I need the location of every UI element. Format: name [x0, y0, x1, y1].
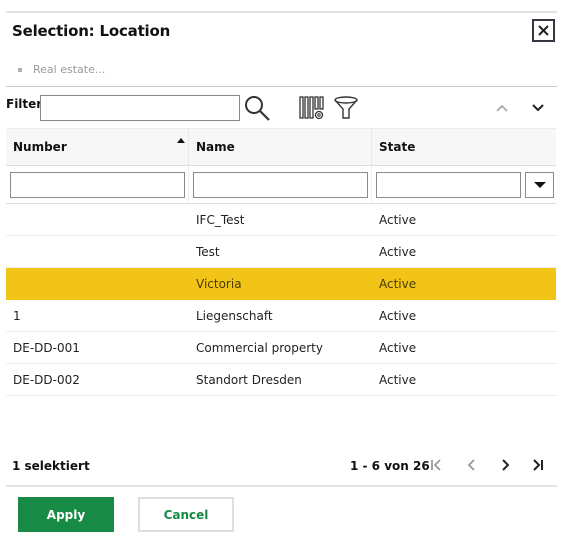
scroll-down-button[interactable] [530, 100, 546, 116]
cell-number [6, 204, 189, 235]
chevron-down-icon [532, 104, 544, 112]
cell-name: IFC_Test [196, 212, 245, 227]
table-row[interactable]: DE-DD-002 Standort Dresden Active [6, 364, 556, 396]
filter-input[interactable] [40, 95, 240, 121]
cell-name: Liegenschaft [196, 308, 273, 323]
cell-state: Active [379, 244, 417, 259]
previous-page-icon [467, 459, 475, 471]
selected-count: 1 selektiert [12, 459, 90, 473]
column-header-state[interactable]: State [372, 129, 556, 165]
grid-header: Number Name State [6, 128, 556, 166]
breadcrumb-item[interactable]: Real estate... [33, 63, 105, 76]
cell-state: Active [379, 308, 417, 323]
name-filter-cell [189, 166, 372, 203]
cell-number: DE-DD-001 [13, 340, 80, 355]
column-settings-button[interactable] [298, 95, 326, 121]
close-button[interactable] [532, 19, 555, 42]
scroll-up-button[interactable] [494, 100, 510, 116]
first-page-icon [431, 459, 441, 471]
footer-divider [6, 485, 557, 487]
first-page-button[interactable] [428, 457, 444, 473]
previous-page-button[interactable] [464, 457, 480, 473]
cell-name: Commercial property [196, 340, 323, 355]
filter-toggle-button[interactable] [332, 95, 360, 121]
close-icon [538, 25, 549, 36]
cell-number: 1 [13, 308, 21, 323]
name-filter-input[interactable] [193, 171, 368, 198]
cell-name: Test [196, 244, 220, 259]
column-filter-row [6, 166, 556, 204]
column-header-number[interactable]: Number [6, 129, 189, 165]
cell-number [6, 268, 189, 299]
table-row-selected[interactable]: Victoria Active [6, 268, 556, 300]
bullet-icon [18, 67, 22, 72]
apply-button[interactable]: Apply [18, 497, 114, 532]
table-row[interactable]: 1 Liegenschaft Active [6, 300, 556, 332]
location-grid: Number Name State IFC_Test Active Test A… [6, 128, 556, 396]
cell-state: Active [379, 372, 417, 387]
number-filter-input[interactable] [10, 171, 185, 198]
search-button[interactable] [243, 94, 271, 122]
number-filter-cell [6, 166, 189, 203]
dialog-title: Selection: Location [12, 22, 171, 40]
cell-name: Victoria [196, 276, 242, 291]
column-header-label: State [379, 140, 416, 154]
last-page-button[interactable] [530, 457, 546, 473]
column-header-label: Name [196, 140, 235, 154]
dropdown-arrow-icon [533, 181, 546, 188]
cancel-button[interactable]: Cancel [138, 497, 234, 532]
pager-info: 1 - 6 von 26 [350, 459, 430, 473]
column-header-label: Number [13, 140, 67, 154]
last-page-icon [533, 459, 543, 471]
cell-number: DE-DD-002 [13, 372, 80, 387]
cell-name: Standort Dresden [196, 372, 302, 387]
state-filter-dropdown-button[interactable] [525, 171, 554, 198]
chevron-up-icon [496, 104, 508, 112]
next-page-icon [502, 459, 510, 471]
top-divider [6, 11, 557, 13]
state-filter-cell [372, 166, 556, 203]
next-page-button[interactable] [497, 457, 513, 473]
table-row[interactable]: IFC_Test Active [6, 204, 556, 236]
cell-state: Active [379, 276, 417, 291]
state-filter-input[interactable] [376, 171, 521, 198]
filter-label: Filter [6, 97, 43, 111]
cell-state: Active [379, 340, 417, 355]
column-header-name[interactable]: Name [189, 129, 372, 165]
cell-state: Active [379, 212, 417, 227]
column-settings-icon [299, 96, 324, 120]
sort-ascending-icon [177, 138, 185, 143]
table-row[interactable]: Test Active [6, 236, 556, 268]
grid-body: IFC_Test Active Test Active Victoria Act… [6, 204, 556, 396]
breadcrumb: Real estate... [18, 63, 105, 76]
search-icon [245, 96, 270, 121]
filter-funnel-icon [334, 96, 358, 119]
divider [6, 86, 557, 87]
cell-number [6, 236, 189, 267]
table-row[interactable]: DE-DD-001 Commercial property Active [6, 332, 556, 364]
